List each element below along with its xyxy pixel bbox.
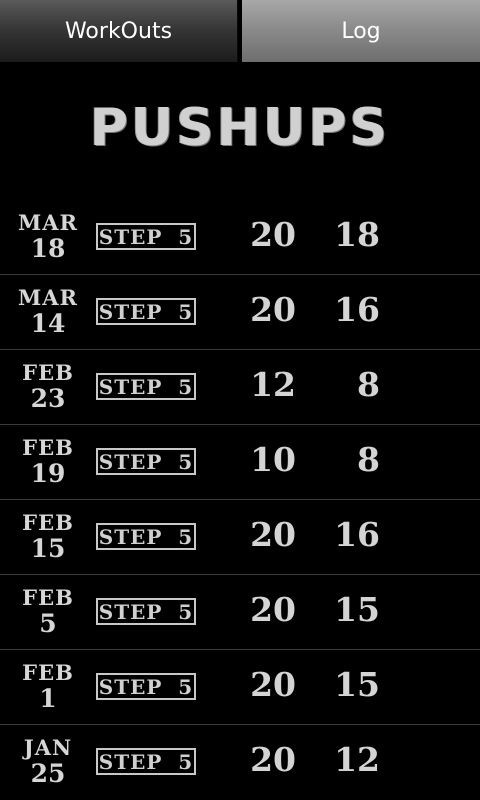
entry-month: FEB [22,360,74,385]
page-title: PUSHUPS [89,98,391,158]
entry-day: 14 [30,309,66,338]
entry-day: 1 [39,684,57,713]
entry-date: MAR 14 [8,285,88,337]
entry-day: 25 [30,759,66,788]
set-2-reps: 15 [334,590,380,629]
entry-date: MAR 18 [8,210,88,262]
entry-date: FEB 5 [8,585,88,637]
set-2-reps: 15 [334,665,380,704]
set-2-reps: 12 [334,740,380,779]
log-entry[interactable]: FEB 5 STEP 5 20 15 [0,575,480,650]
tab-workouts[interactable]: WorkOuts [0,0,238,62]
set-2-reps: 16 [334,515,380,554]
set-2-reps: 16 [334,290,380,329]
entry-month: FEB [22,510,74,535]
step-badge: STEP 5 [96,223,196,250]
log-entry[interactable]: MAR 14 STEP 5 20 16 [0,275,480,350]
step-badge: STEP 5 [96,748,196,775]
entry-month: FEB [22,660,74,685]
set-1-reps: 20 [250,740,296,779]
workout-log-list[interactable]: MAR 18 STEP 5 20 18 MAR 14 STEP 5 20 16 … [0,200,480,799]
set-2-reps: 8 [357,365,380,404]
entry-date: FEB 23 [8,360,88,412]
tab-bar: WorkOuts Log [0,0,480,62]
entry-month: FEB [22,435,74,460]
entry-day: 19 [30,459,66,488]
entry-day: 18 [30,234,66,263]
set-1-reps: 12 [250,365,296,404]
set-1-reps: 20 [250,290,296,329]
set-1-reps: 20 [250,665,296,704]
set-2-reps: 18 [334,215,380,254]
log-entry[interactable]: JAN 25 STEP 5 20 12 [0,725,480,799]
entry-month: FEB [22,585,74,610]
entry-day: 23 [30,384,66,413]
entry-date: JAN 25 [8,735,88,787]
log-entry[interactable]: FEB 15 STEP 5 20 16 [0,500,480,575]
set-1-reps: 10 [250,440,296,479]
entry-day: 15 [30,534,66,563]
tab-log[interactable]: Log [242,0,480,62]
entry-day: 5 [39,609,57,638]
step-badge: STEP 5 [96,448,196,475]
log-entry[interactable]: FEB 19 STEP 5 10 8 [0,425,480,500]
entry-date: FEB 19 [8,435,88,487]
step-badge: STEP 5 [96,598,196,625]
set-1-reps: 20 [250,590,296,629]
entry-date: FEB 1 [8,660,88,712]
step-badge: STEP 5 [96,373,196,400]
set-1-reps: 20 [250,215,296,254]
step-badge: STEP 5 [96,523,196,550]
log-entry[interactable]: FEB 1 STEP 5 20 15 [0,650,480,725]
step-badge: STEP 5 [96,298,196,325]
entry-date: FEB 15 [8,510,88,562]
entry-month: MAR [18,210,78,235]
entry-month: JAN [23,735,73,760]
log-entry[interactable]: FEB 23 STEP 5 12 8 [0,350,480,425]
log-entry[interactable]: MAR 18 STEP 5 20 18 [0,200,480,275]
entry-month: MAR [18,285,78,310]
set-2-reps: 8 [357,440,380,479]
set-1-reps: 20 [250,515,296,554]
step-badge: STEP 5 [96,673,196,700]
